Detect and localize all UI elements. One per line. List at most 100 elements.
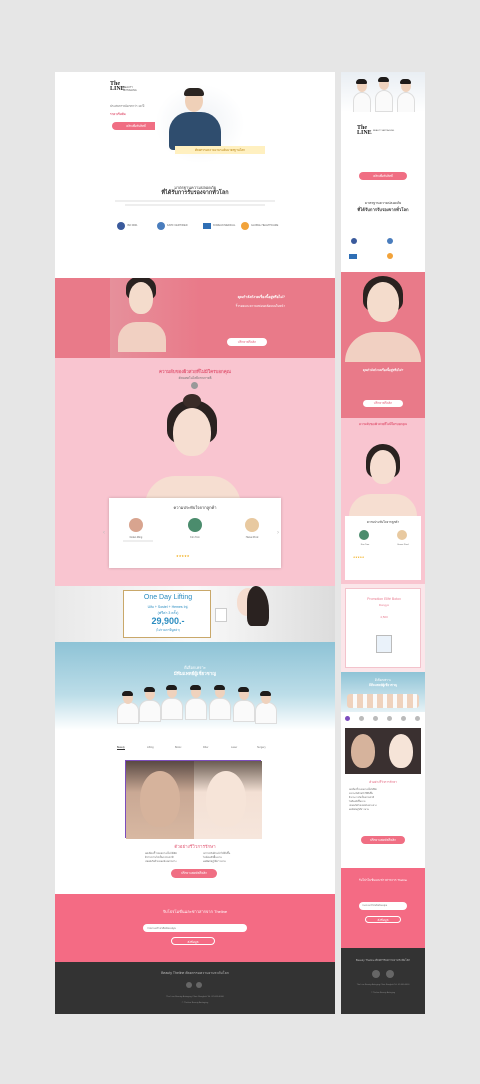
tab-icon[interactable] xyxy=(401,716,406,721)
tab-icon[interactable] xyxy=(373,716,378,721)
mobile-brand-logo: The LINE xyxy=(357,125,372,136)
tab-lifting[interactable]: Lifting xyxy=(147,746,154,749)
kahf-badge-icon xyxy=(387,238,393,244)
after-face xyxy=(206,771,246,827)
desktop-page: The LINE BEAUTY ANTIAGING ประสบการณ์มากกว… xyxy=(55,72,335,1014)
mobile-signup-submit-button[interactable]: ส่งข้อมูล xyxy=(365,916,401,923)
review-text-line xyxy=(123,540,153,542)
mobile-results-title: ตัวอย่างรีวิวการรักษา xyxy=(369,780,397,784)
mobile-concern-cta-button[interactable]: ปรึกษาฟรีคลิก xyxy=(363,400,403,407)
tab-icon[interactable] xyxy=(387,716,392,721)
mobile-promo-sub: Dongyo xyxy=(378,603,390,607)
after-photo xyxy=(194,761,262,839)
doctor-hair xyxy=(184,88,204,96)
concern-heading: คุณกำลังกังวลเรื่องนี้อยู่หรือไม่? xyxy=(237,295,285,299)
mobile-page: The LINE BEAUTY ANTIAGING คลิกเพื่อรับสิท… xyxy=(341,72,425,1014)
phone-input[interactable] xyxy=(143,924,247,932)
mobile-doctors-photo xyxy=(341,72,425,112)
line-icon[interactable] xyxy=(386,970,394,978)
tab-botox[interactable]: Botox xyxy=(175,746,181,749)
mobile-footer: Beauty Theline ศัลยกรรมความงามระดับโลก T… xyxy=(341,948,425,1014)
tab-icon[interactable] xyxy=(359,716,364,721)
iso-badge-icon xyxy=(351,238,357,244)
brand-logo: The LINE xyxy=(110,81,125,92)
promo-price: 29,900.- xyxy=(151,616,185,626)
mobile-phone-input[interactable] xyxy=(359,902,407,910)
signup-section: รับโปรโมชั่นและข่าวสารจาก Theline ส่งข้อ… xyxy=(55,894,335,962)
reviewer-avatar xyxy=(397,530,407,540)
review-card: ความประทับใจจากลูกค้า ‹ › Dolan Ming Kim… xyxy=(103,498,281,568)
promo-box: One Day Lifting Ulfu + Sostel + Hemes In… xyxy=(123,590,211,638)
facebook-icon[interactable] xyxy=(186,982,192,988)
badge-label: KOREAN MEDICAL xyxy=(213,224,236,227)
reviewer-name: Hanai Prod xyxy=(397,544,409,546)
hero-price: ราคาเริ่มต้น xyxy=(110,112,126,116)
mobile-concern-heading: คุณกำลังกังวลเรื่องนี้อยู่หรือไม่? xyxy=(362,368,404,372)
tab-filler[interactable]: Filler xyxy=(203,746,208,749)
mobile-doctors-row xyxy=(347,694,419,708)
mobile-doctors-section: ดีเลือกเพราะ มีทีมแพทย์ผู้เชี่ยวชาญ xyxy=(341,672,425,712)
secret-title: ความลับของผิวสวยที่ไม่มีใครบอกคุณ xyxy=(159,369,231,374)
mobile-results-cta-button[interactable]: ปรึกษาแพทย์ฟรีคลิก xyxy=(361,836,405,844)
review-next-arrow[interactable]: › xyxy=(277,530,279,536)
mobile-results-section: ตัวอย่างรีวิวการรักษา ลดเลือนริ้วรอยอย่า… xyxy=(341,712,425,862)
model-shoulders xyxy=(349,494,417,516)
doctors-section: ดีเลือกเพราะ มีทีมแพทย์ผู้เชี่ยวชาญ xyxy=(55,642,335,730)
mobile-footer-title: Beauty Theline ศัลยกรรมความงามระดับโลก xyxy=(355,958,411,962)
hero-section: The LINE BEAUTY ANTIAGING ประสบการณ์มากกว… xyxy=(55,72,335,178)
mobile-footer-copyright: © Theline Beauty Antiaging xyxy=(370,992,396,994)
badge-label: GLOBAL HEALTHCARE xyxy=(251,224,279,227)
standards-section: มาตรฐานความปลอดภัย ที่ได้รับการรับรองจาก… xyxy=(55,178,335,278)
footer: Beauty Theline ศัลยกรรมความงามระดับโลก T… xyxy=(55,962,335,1014)
mobile-signup-title: รับโปรโมชั่นและข่าวสารจาก Theline xyxy=(358,878,408,882)
play-icon[interactable] xyxy=(191,382,198,389)
doctors-title-2: มีทีมแพทย์ผู้เชี่ยวชาญ xyxy=(173,671,217,676)
reviewer-avatar xyxy=(188,518,202,532)
woman-face xyxy=(367,282,399,322)
concern-cta-button[interactable]: ปรึกษาฟรีคลิก xyxy=(227,338,267,346)
model-face xyxy=(173,408,211,456)
badge-label: KAHF CERTIFIED xyxy=(167,224,188,227)
woman-shoulders xyxy=(118,322,166,352)
mobile-promo-box: Promotion Ellfé Botox Dongyo 4,500 xyxy=(345,588,421,668)
mobile-tab-icons xyxy=(345,716,421,722)
standards-text-line xyxy=(115,200,275,202)
review-prev-arrow[interactable]: ‹ xyxy=(103,530,105,536)
reviewer-name: Kim Tom xyxy=(190,536,200,539)
before-after-image xyxy=(125,760,262,839)
standards-text-line xyxy=(125,204,265,206)
korean-medical-badge-icon xyxy=(349,254,357,259)
tab-laser[interactable]: Laser xyxy=(231,746,237,749)
hero-cta-button[interactable]: คลิกเพื่อรับสิทธิ์ xyxy=(112,122,160,130)
promo-banner: One Day Lifting Ulfu + Sostel + Hemes In… xyxy=(55,586,335,642)
after-face xyxy=(389,734,413,768)
doctor-scrubs xyxy=(169,112,221,150)
review-stars: ★★★★★ xyxy=(353,556,365,559)
secret-section: ความลับของผิวสวยที่ไม่มีใครบอกคุณ ด้วยเท… xyxy=(55,358,335,586)
tab-icon[interactable] xyxy=(345,716,350,721)
mobile-concern-section: คุณกำลังกังวลเรื่องนี้อยู่หรือไม่? ปรึกษ… xyxy=(341,272,425,418)
results-item: ปลอดภัยด้วยแพทย์เฉพาะทาง xyxy=(145,860,177,863)
tab-beauty[interactable]: Beauty xyxy=(117,746,125,750)
facebook-icon[interactable] xyxy=(372,970,380,978)
korean-medical-badge-icon xyxy=(203,223,211,229)
mobile-secret-title: ความลับของผิวสวยที่ไม่มีใครบอกคุณ xyxy=(359,422,407,426)
logo-sub: BEAUTY ANTIAGING xyxy=(123,86,137,92)
mobile-promo-title: Promotion Ellfé Botox xyxy=(367,597,401,601)
mobile-before-after-image xyxy=(345,728,421,774)
line-icon[interactable] xyxy=(196,982,202,988)
mobile-hero-cta-button[interactable]: คลิกเพื่อรับสิทธิ์ xyxy=(359,172,407,180)
standards-title-2: ที่ได้รับการรับรองจากทั่วโลก xyxy=(161,190,229,196)
model-hair-bun xyxy=(183,394,201,408)
reviewer-avatar xyxy=(129,518,143,532)
tab-surgery[interactable]: Surgery xyxy=(257,746,266,749)
mobile-doctors-title-2: มีทีมแพทย์ผู้เชี่ยวชาญ xyxy=(368,683,398,687)
results-item: ผลลัพธ์อยู่ได้ยาวนาน xyxy=(203,860,226,863)
woman-face xyxy=(129,282,153,314)
results-item: ผลลัพธ์อยู่ได้ยาวนาน xyxy=(349,809,369,811)
signup-submit-button[interactable]: ส่งข้อมูล xyxy=(171,937,215,945)
results-cta-button[interactable]: ปรึกษาแพทย์ฟรีคลิก xyxy=(171,869,217,878)
tab-icon[interactable] xyxy=(415,716,420,721)
before-face xyxy=(140,771,180,827)
promo-title: One Day Lifting xyxy=(143,594,193,601)
